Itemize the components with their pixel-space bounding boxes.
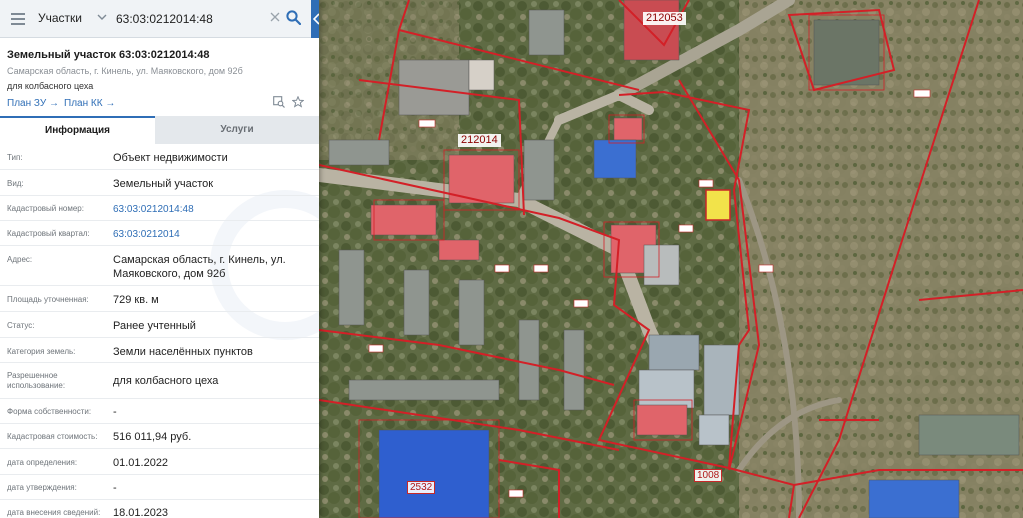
property-row: Тип: Объект недвижимости xyxy=(0,144,319,170)
property-label: Адрес: xyxy=(7,255,33,264)
plan-kk-link[interactable]: План КК → xyxy=(64,98,115,109)
property-value: Самарская область, г. Кинель, ул. Маяков… xyxy=(113,254,286,280)
star-icon[interactable] xyxy=(292,96,304,108)
quarter-label: 212053 xyxy=(643,12,686,25)
parcel-label: 2532 xyxy=(407,481,436,494)
zoom-to-object-icon[interactable] xyxy=(273,96,285,108)
property-value: - xyxy=(113,406,117,418)
object-title: Земельный участок 63:03:0212014:48 xyxy=(7,49,210,61)
object-purpose: для колбасного цеха xyxy=(7,81,94,91)
property-row: Статус: Ранее учтенный xyxy=(0,312,319,338)
selected-parcel[interactable] xyxy=(705,189,731,221)
property-value: Земельный участок xyxy=(113,178,214,190)
property-row: дата утверждения: - xyxy=(0,475,319,500)
magnifier-icon[interactable] xyxy=(286,10,301,25)
chevron-down-icon[interactable] xyxy=(97,12,107,22)
property-value: 01.01.2022 xyxy=(113,457,169,469)
property-label: Площадь уточненная: xyxy=(7,295,89,304)
map-view[interactable]: 212014 212053 1008 2532 xyxy=(319,0,1023,518)
cadastral-quarter-link[interactable]: 63:03:0212014 xyxy=(113,228,180,242)
property-label: Статус: xyxy=(7,321,35,330)
tab-information[interactable]: Информация xyxy=(0,116,155,144)
parcel-label: 1008 xyxy=(694,469,723,482)
property-row: Площадь уточненная: 729 кв. м xyxy=(0,286,319,312)
property-value: для колбасного цеха xyxy=(113,375,219,387)
quarter-label: 212014 xyxy=(458,134,501,147)
property-value: - xyxy=(113,482,117,494)
property-row: дата определения: 01.01.2022 xyxy=(0,449,319,475)
property-label: Кадастровый номер: xyxy=(7,204,84,213)
object-type-select[interactable]: Участки xyxy=(38,11,82,25)
property-label: дата утверждения: xyxy=(7,483,77,492)
tab-services[interactable]: Услуги xyxy=(155,116,319,144)
property-label: Разрешенное использование: xyxy=(7,371,66,390)
property-row: Кадастровая стоимость: 516 011,94 руб. xyxy=(0,424,319,449)
property-value: 516 011,94 руб. xyxy=(113,431,192,443)
object-address: Самарская область, г. Кинель, ул. Маяков… xyxy=(7,66,243,76)
search-bar: Участки xyxy=(0,0,319,38)
property-value: 729 кв. м xyxy=(113,294,159,306)
property-label: дата внесения сведений: xyxy=(7,508,101,517)
property-row: Кадастровый квартал: 63:03:0212014 xyxy=(0,221,319,246)
property-label: Тип: xyxy=(7,153,23,162)
satellite-imagery xyxy=(319,0,1023,518)
property-row: Кадастровый номер: 63:03:0212014:48 xyxy=(0,196,319,221)
property-row: дата внесения сведений: 18.01.2023 xyxy=(0,500,319,518)
close-icon[interactable] xyxy=(270,12,280,22)
property-label: Вид: xyxy=(7,179,24,188)
tab-bar: Информация Услуги xyxy=(0,116,319,144)
property-value: Ранее учтенный xyxy=(113,320,196,332)
property-label: Форма собственности: xyxy=(7,407,92,416)
property-value: 18.01.2023 xyxy=(113,507,169,518)
property-value: Земли населённых пунктов xyxy=(113,346,253,358)
cadastral-number-link[interactable]: 63:03:0212014:48 xyxy=(113,203,194,217)
property-label: Кадастровый квартал: xyxy=(7,229,90,238)
hamburger-icon[interactable] xyxy=(11,13,25,25)
info-panel: Участки Земельный участок 63:03:0212014:… xyxy=(0,0,319,518)
property-row: Вид: Земельный участок xyxy=(0,170,319,196)
property-row: Адрес: Самарская область, г. Кинель, ул.… xyxy=(0,246,319,286)
property-row: Категория земель: Земли населённых пункт… xyxy=(0,338,319,363)
property-row: Разрешенное использование: для колбасног… xyxy=(0,363,319,399)
chevron-left-icon[interactable] xyxy=(311,0,319,38)
property-value: Объект недвижимости xyxy=(113,152,228,164)
property-label: дата определения: xyxy=(7,458,78,467)
property-label: Категория земель: xyxy=(7,347,76,356)
property-row: Форма собственности: - xyxy=(0,399,319,424)
search-input[interactable] xyxy=(116,9,266,29)
property-label: Кадастровая стоимость: xyxy=(7,432,98,441)
plan-zu-link[interactable]: План ЗУ → xyxy=(7,98,59,109)
